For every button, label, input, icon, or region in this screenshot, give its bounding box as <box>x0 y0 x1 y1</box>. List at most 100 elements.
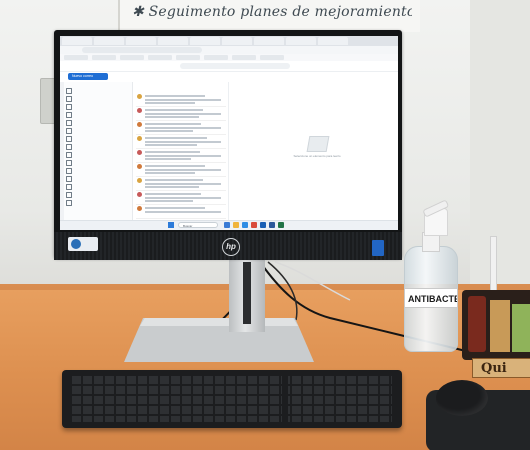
monitor-screen: Nuevo correo Seleccione un elemento para… <box>60 36 398 230</box>
browser-tab[interactable] <box>286 37 316 45</box>
browser-tab[interactable] <box>222 37 252 45</box>
browser-tab[interactable] <box>254 37 284 45</box>
bookmark-item[interactable] <box>92 55 116 60</box>
folder-icon <box>66 192 72 198</box>
message-preview-line <box>145 116 199 118</box>
message-sender-line <box>145 109 203 111</box>
bookmark-item[interactable] <box>176 55 200 60</box>
desk-photo-scene: ✱ Seguimento planes de mejoramiento hp N… <box>0 0 530 450</box>
folder-icon <box>66 144 72 150</box>
bookmark-item[interactable] <box>232 55 256 60</box>
bookmark-item[interactable] <box>64 55 88 60</box>
message-preview-line <box>145 113 221 115</box>
folder-icon <box>66 184 72 190</box>
message-preview-line <box>145 183 221 185</box>
message-preview-line <box>145 99 221 101</box>
message-list-item[interactable] <box>136 162 226 177</box>
message-list-item[interactable] <box>136 176 226 191</box>
edge-browser-icon[interactable] <box>242 222 248 228</box>
message-preview-line <box>145 102 195 104</box>
message-preview-line <box>145 130 193 132</box>
folder-icon <box>66 104 72 110</box>
sender-avatar <box>137 206 142 211</box>
message-preview-line <box>145 172 195 174</box>
chrome-browser-icon[interactable] <box>251 222 257 228</box>
folder-icon <box>66 168 72 174</box>
mail-search-input[interactable] <box>180 63 290 69</box>
organizer-item <box>490 300 510 352</box>
browser-tab[interactable] <box>126 37 156 45</box>
folder-icon <box>66 200 72 206</box>
message-preview-line <box>145 211 221 213</box>
monitor-stand-base-top <box>140 318 298 326</box>
message-preview-line <box>145 200 193 202</box>
outlook-icon[interactable] <box>260 222 266 228</box>
reading-pane-empty-message: Seleccione un elemento para leerlo <box>293 154 341 158</box>
sanitizer-label: ANTIBACTE <box>404 288 458 308</box>
sender-avatar <box>137 150 142 155</box>
folder-icon <box>66 96 72 102</box>
message-preview-line <box>145 127 221 129</box>
sender-avatar <box>137 164 142 169</box>
browser-tab[interactable] <box>94 37 124 45</box>
message-preview-line <box>145 197 221 199</box>
sender-avatar <box>137 136 142 141</box>
message-list-item[interactable] <box>136 92 226 107</box>
organizer-item <box>468 296 486 352</box>
sender-avatar <box>137 108 142 113</box>
message-sender-line <box>145 207 205 209</box>
message-preview-line <box>145 144 197 146</box>
file-explorer-icon[interactable] <box>233 222 239 228</box>
message-list-item[interactable] <box>136 148 226 163</box>
sender-avatar <box>137 122 142 127</box>
taskbar-search-input[interactable]: Buscar <box>178 222 218 228</box>
message-sender-line <box>145 123 201 125</box>
browser-tab[interactable] <box>190 37 220 45</box>
nameplate: Qui <box>472 358 530 378</box>
word-icon[interactable] <box>269 222 275 228</box>
bookmark-item[interactable] <box>204 55 228 60</box>
folder-icon <box>66 128 72 134</box>
message-preview-line <box>145 186 199 188</box>
keyboard-keys <box>72 376 392 422</box>
message-list-item[interactable] <box>136 106 226 121</box>
empty-folder-icon <box>306 136 330 152</box>
message-preview-line <box>145 169 221 171</box>
folder-icon <box>66 136 72 142</box>
monitor-stand-cable-slot <box>243 262 251 324</box>
browser-tab[interactable] <box>62 37 92 45</box>
message-list-item[interactable] <box>136 134 226 149</box>
bookmark-item[interactable] <box>260 55 284 60</box>
url-field[interactable] <box>82 47 202 53</box>
message-preview-line <box>145 155 221 157</box>
start-menu-icon[interactable] <box>168 222 174 228</box>
message-sender-line <box>145 193 201 195</box>
excel-icon[interactable] <box>278 222 284 228</box>
message-list-item[interactable] <box>136 120 226 135</box>
hp-logo: hp <box>222 238 240 256</box>
task-view-icon[interactable] <box>224 222 230 228</box>
app-rail <box>60 82 64 230</box>
sender-avatar <box>137 192 142 197</box>
sender-avatar <box>137 178 142 183</box>
bookmark-item[interactable] <box>148 55 172 60</box>
keyboard-numpad-gap <box>282 372 288 426</box>
windows-sticker <box>372 240 384 256</box>
folder-icon <box>66 112 72 118</box>
message-sender-line <box>145 165 205 167</box>
browser-tab[interactable] <box>318 37 348 45</box>
folder-icon <box>66 152 72 158</box>
sender-avatar <box>137 94 142 99</box>
message-preview-line <box>145 141 221 143</box>
message-sender-line <box>145 95 205 97</box>
new-mail-button[interactable]: Nuevo correo <box>68 73 108 80</box>
message-preview-line <box>145 158 191 160</box>
browser-tab[interactable] <box>158 37 188 45</box>
message-list-item[interactable] <box>136 204 226 219</box>
folder-icon <box>66 120 72 126</box>
bookmark-item[interactable] <box>120 55 144 60</box>
message-list-item[interactable] <box>136 190 226 205</box>
organizer-item <box>512 304 530 352</box>
folder-icon <box>66 160 72 166</box>
sticker-badge-icon <box>71 239 81 249</box>
